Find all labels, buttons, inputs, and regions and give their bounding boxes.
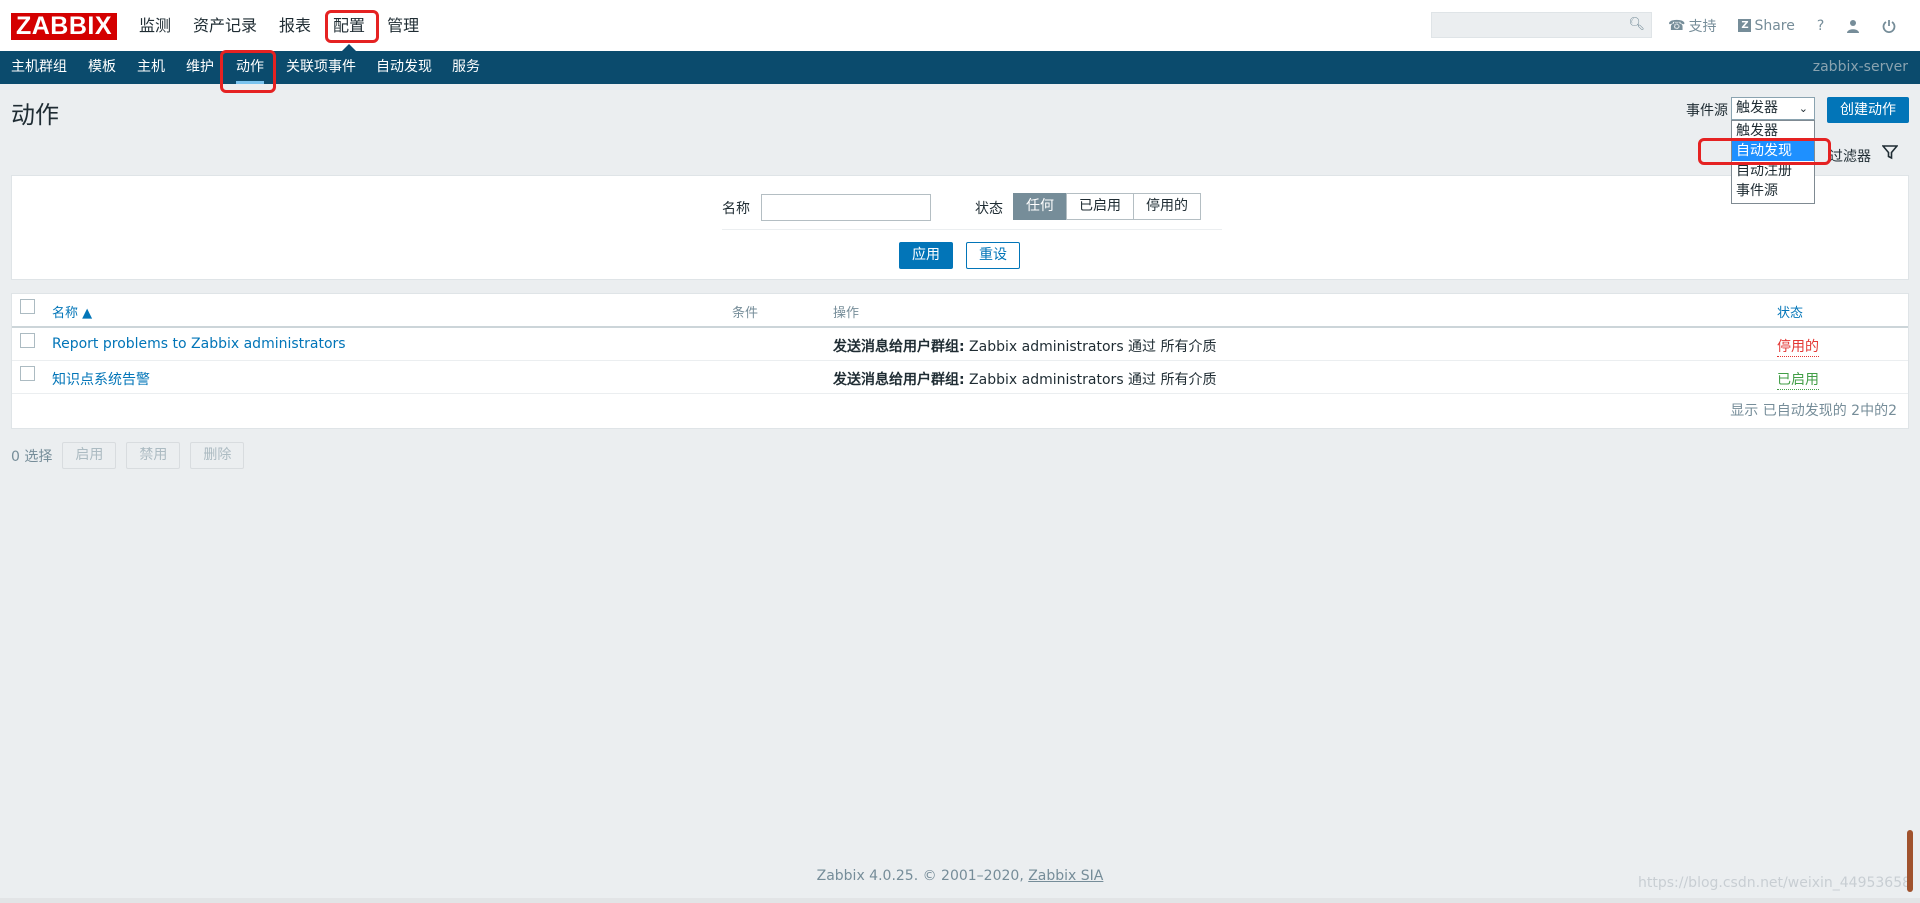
row-checkbox[interactable] [20,333,35,348]
page-footer: Zabbix 4.0.25. © 2001–2020, Zabbix SIA [816,868,1104,884]
filter-status-label: 状态 [975,201,1003,217]
top-header: ZABBIX 监测 资产记录 报表 配置 管理 🔍︎ ☎ 支持 Z Share … [0,0,1920,51]
watermark: https://blog.csdn.net/weixin_44953658 [1638,875,1912,891]
status-disabled[interactable]: 停用的 [1133,193,1201,220]
help-icon[interactable]: ? [1817,18,1824,34]
action-name-link[interactable]: 知识点系统告警 [52,369,150,389]
disable-button[interactable]: 禁用 [126,442,181,469]
zabbix-sia-link[interactable]: Zabbix SIA [1028,868,1103,884]
event-source-dropdown: 触发器 自动发现 自动注册 事件源 [1731,120,1815,204]
search-input[interactable]: 🔍︎ [1431,12,1652,38]
header-name[interactable]: 名称 ▲ [52,302,92,321]
search-icon[interactable]: 🔍︎ [1628,17,1645,32]
event-source-label: 事件源 [1686,103,1728,119]
mass-action-bar: 0 选择 启用 禁用 删除 [11,442,245,469]
header-operations: 操作 [833,306,860,321]
support-link[interactable]: ☎ 支持 [1668,16,1716,36]
share-link[interactable]: Z Share [1738,18,1795,34]
submenu-actions[interactable]: 动作 [236,51,264,84]
status-segmented-control: 任何 已启用 停用的 [1013,193,1201,220]
submenu-services[interactable]: 服务 [452,51,480,84]
user-icon[interactable] [1846,19,1860,33]
filter-panel: 名称 状态 任何 已启用 停用的 [11,175,1909,280]
submenu-host-groups[interactable]: 主机群组 [11,51,67,84]
selected-count: 0 选择 [11,448,53,465]
filter-name-label: 名称 [722,201,750,217]
table-row: 知识点系统告警 发送消息给用户群组: Zabbix administrators… [12,361,1908,394]
sub-menu: 主机群组 模板 主机 维护 动作 关联项事件 自动发现 服务 [0,51,1920,84]
status-enabled[interactable]: 已启用 [1066,193,1134,220]
thermometer-icon [1907,830,1913,892]
main-menu: 监测 资产记录 报表 配置 管理 [128,0,430,51]
zabbix-logo[interactable]: ZABBIX [11,13,117,40]
chevron-down-icon: ⌄ [1798,102,1808,115]
enable-button[interactable]: 启用 [62,442,117,469]
filter-tab[interactable]: 过滤器 [1829,146,1871,166]
power-icon[interactable] [1882,19,1896,33]
menu-administration[interactable]: 管理 [376,0,430,51]
table-row: Report problems to Zabbix administrators… [12,328,1908,361]
select-all-checkbox[interactable] [20,299,35,314]
submenu-discovery[interactable]: 自动发现 [376,51,432,84]
table-count: 显示 已自动发现的 2中的2 [1730,403,1897,419]
option-autoregistration[interactable]: 自动注册 [1732,161,1814,181]
bottom-strip [0,898,1920,903]
header-icons: ☎ 支持 Z Share ? [1668,0,1918,51]
actions-table: 名称 ▲ 条件 操作 状态 Report problems to Zabbix … [11,293,1909,429]
submenu-correlation[interactable]: 关联项事件 [286,51,356,84]
action-operations: 发送消息给用户群组: Zabbix administrators 通过 所有介质 [833,339,1217,355]
action-operations: 发送消息给用户群组: Zabbix administrators 通过 所有介质 [833,372,1217,388]
menu-monitoring[interactable]: 监测 [128,0,182,51]
header-status[interactable]: 状态 [1777,302,1803,321]
page-title: 动作 [11,101,59,129]
submenu-hosts[interactable]: 主机 [137,51,165,84]
submenu-maintenance[interactable]: 维护 [186,51,214,84]
action-name-link[interactable]: Report problems to Zabbix administrators [52,336,346,352]
status-badge[interactable]: 停用的 [1777,336,1819,357]
event-source-select[interactable]: 触发器 ⌄ [1731,97,1815,120]
delete-button[interactable]: 删除 [190,442,245,469]
option-internal[interactable]: 事件源 [1732,181,1814,201]
create-action-button[interactable]: 创建动作 [1827,97,1909,123]
option-triggers[interactable]: 触发器 [1732,121,1814,141]
option-discovery[interactable]: 自动发现 [1732,141,1814,161]
zabbix-share-icon: Z [1738,19,1752,32]
status-badge[interactable]: 已启用 [1777,369,1819,390]
reset-button[interactable]: 重设 [966,242,1020,269]
header-conditions: 条件 [732,306,759,321]
server-name: zabbix-server [1812,59,1908,75]
apply-button[interactable]: 应用 [899,242,953,269]
status-any[interactable]: 任何 [1013,193,1067,220]
row-checkbox[interactable] [20,366,35,381]
submenu-templates[interactable]: 模板 [88,51,116,84]
filter-icon[interactable] [1881,144,1899,165]
headset-icon: ☎ [1668,17,1686,34]
menu-reports[interactable]: 报表 [268,0,322,51]
menu-configuration[interactable]: 配置 [322,0,376,51]
menu-inventory[interactable]: 资产记录 [182,0,268,51]
filter-divider [722,229,1222,230]
filter-name-input[interactable] [761,194,931,221]
